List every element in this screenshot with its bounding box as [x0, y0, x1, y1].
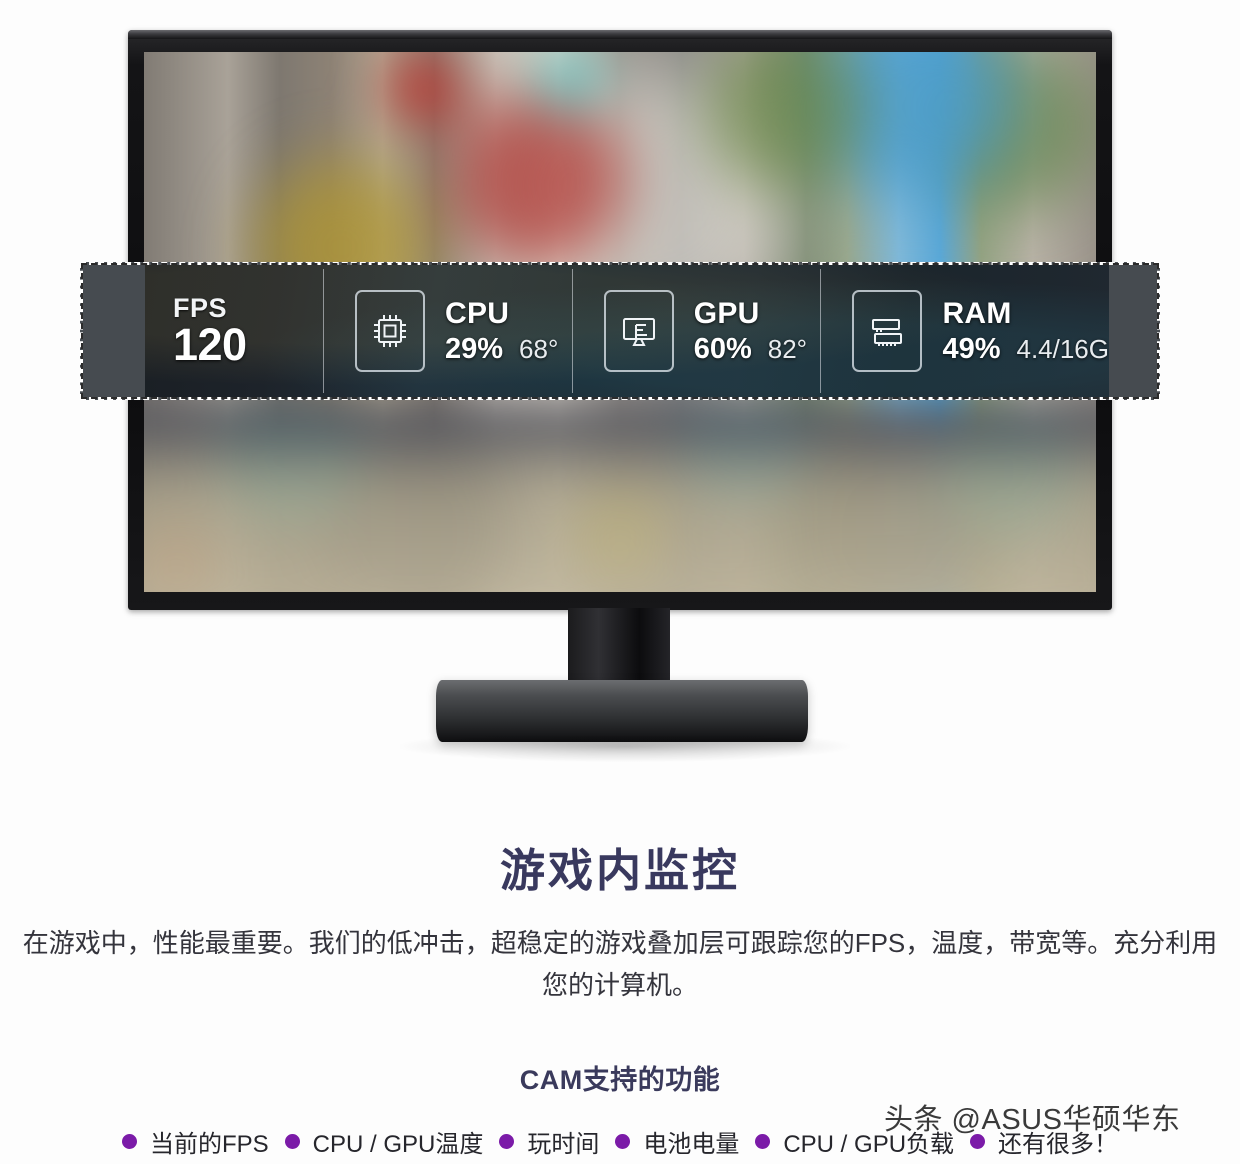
bullet-dot-icon	[615, 1134, 631, 1149]
overlay-metrics-bar: FPS 120 CPU 29% 68° GPU 60% 82° RAM 49% …	[145, 265, 1109, 397]
bullet-dot-icon	[499, 1134, 515, 1149]
features-heading: CAM支持的功能	[519, 1065, 721, 1095]
list-item: 当前的FPS	[121, 1124, 269, 1159]
ram-stick-icon	[852, 290, 923, 372]
gpu-label: GPU	[693, 297, 760, 331]
monitor-bezel-top-highlight	[128, 30, 1112, 39]
monitor-drop-shadow	[400, 736, 850, 762]
ram-values: 49% 4.4/16G	[942, 332, 1109, 366]
bullet-dot-icon	[121, 1134, 137, 1149]
feature-label: 电池电量	[643, 1131, 740, 1158]
feature-label: 玩时间	[527, 1131, 600, 1158]
ram-amount-value: 4.4/16G	[1016, 333, 1109, 364]
cpu-usage-value: 29%	[445, 332, 504, 365]
game-overlay-selection[interactable]: FPS 120 CPU 29% 68° GPU 60% 82° RAM 49% …	[80, 262, 1160, 400]
fps-label: FPS	[173, 292, 228, 323]
game-scene-lower-blur	[144, 402, 1096, 592]
cpu-label: CPU	[445, 297, 510, 331]
list-item: 玩时间	[499, 1124, 599, 1159]
cpu-chip-icon	[355, 290, 425, 372]
page-title: 游戏内监控	[499, 845, 740, 896]
watermark: 头条 @ASUS华硕华东	[884, 1104, 1181, 1136]
overlay-cell-fps[interactable]: FPS 120	[145, 265, 323, 397]
page-description: 在游戏中，性能最重要。我们的低冲击，超稳定的游戏叠加层可跟踪您的FPS，温度，带…	[22, 928, 1218, 1001]
gpu-temperature-value: 82°	[767, 333, 808, 364]
overlay-extension-left	[83, 265, 145, 397]
cpu-values: 29% 68°	[445, 332, 558, 366]
ram-label: RAM	[942, 297, 1012, 331]
list-item: CPU / GPU温度	[284, 1124, 484, 1159]
gpu-usage-value: 60%	[693, 332, 752, 365]
overlay-cell-ram[interactable]: RAM 49% 4.4/16G	[820, 265, 1109, 397]
list-item: 电池电量	[615, 1124, 739, 1159]
fps-value: 120	[173, 319, 247, 371]
gpu-values: 60% 82°	[694, 332, 807, 366]
monitor-stand-base	[436, 680, 808, 742]
bullet-dot-icon	[284, 1134, 300, 1149]
cpu-temperature-value: 68°	[519, 333, 559, 364]
feature-label: 当前的FPS	[149, 1131, 269, 1158]
gpu-monitor-icon	[603, 290, 674, 372]
ram-usage-value: 49%	[942, 332, 1001, 365]
overlay-extension-right	[1109, 265, 1157, 397]
overlay-cell-cpu[interactable]: CPU 29% 68°	[323, 265, 572, 397]
bullet-dot-icon	[755, 1134, 771, 1149]
overlay-cell-gpu[interactable]: GPU 60% 82°	[571, 265, 821, 397]
feature-label: CPU / GPU温度	[312, 1131, 484, 1158]
